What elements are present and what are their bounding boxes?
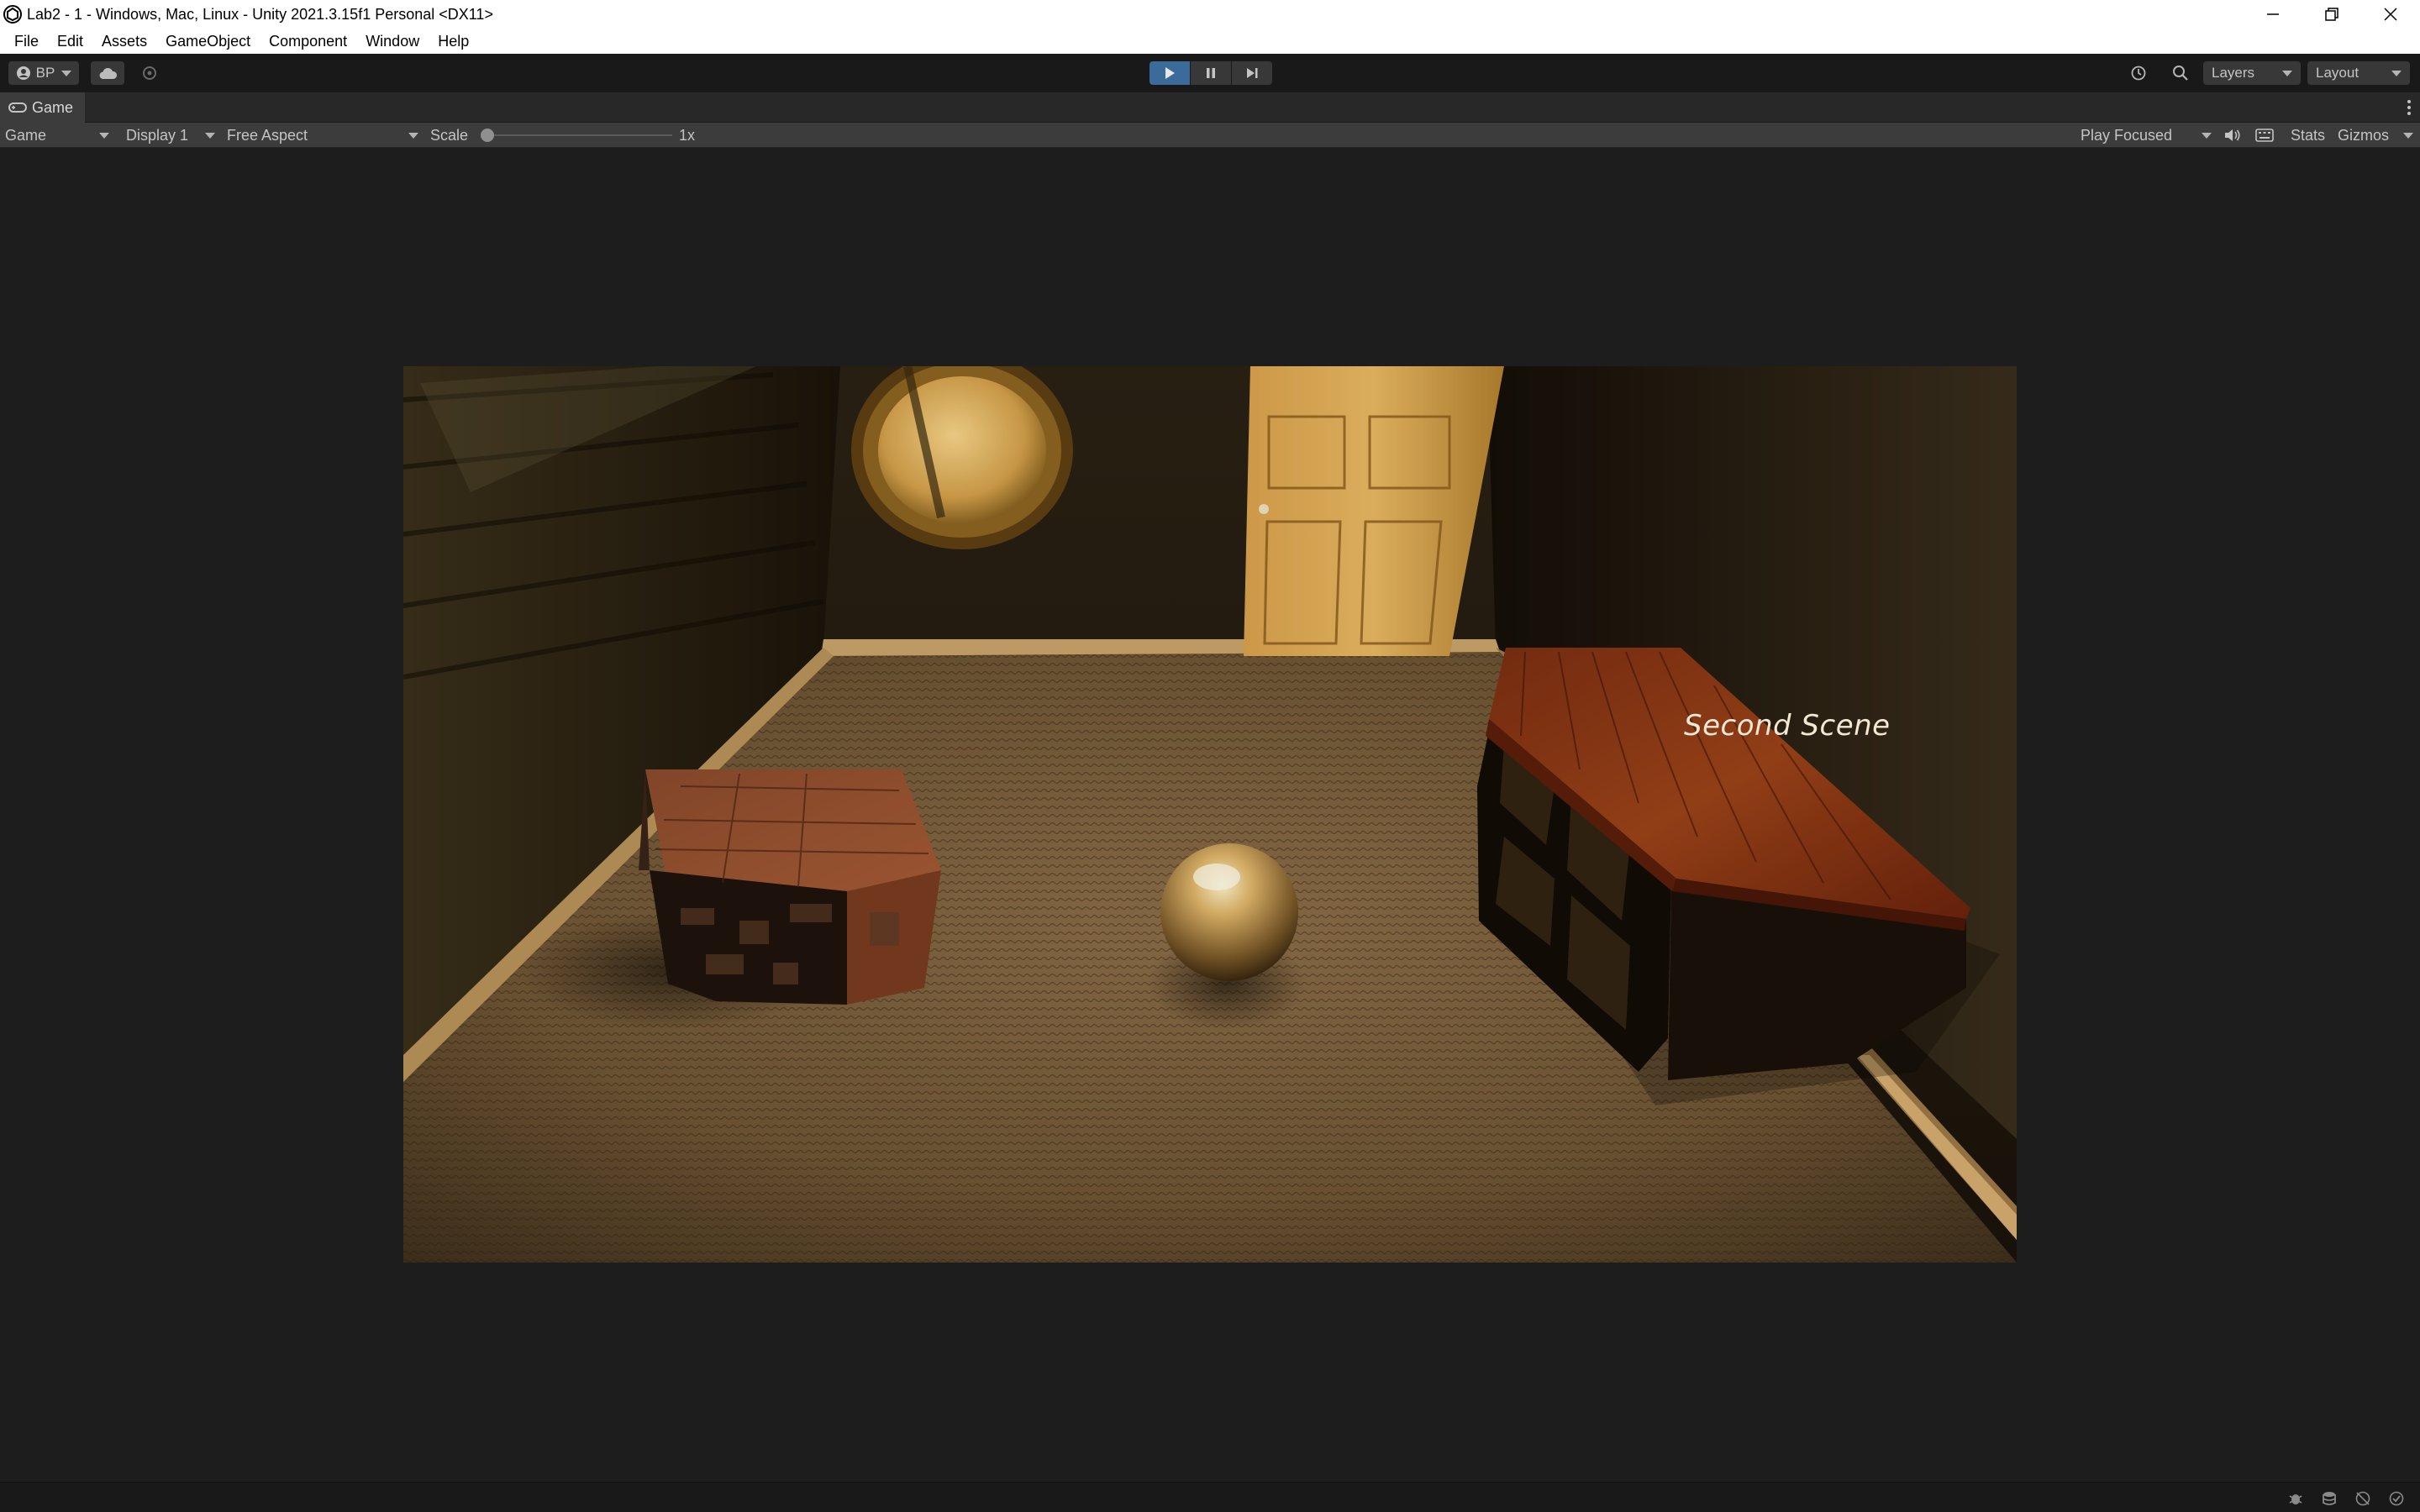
progress-status[interactable]: [2380, 1489, 2413, 1508]
database-icon: [2323, 1492, 2336, 1505]
step-icon: [1247, 68, 1258, 78]
step-button[interactable]: [1232, 61, 1272, 85]
scale-value: 1x: [679, 126, 696, 144]
main-toolbar: BP Layers Layout: [0, 54, 2420, 92]
menu-file[interactable]: File: [5, 29, 48, 54]
chevron-down-icon: [2403, 132, 2413, 139]
menu-component[interactable]: Component: [260, 29, 356, 54]
game-view-toolbar: Game Display 1 Free Aspect Scale 1x Play…: [0, 123, 2420, 148]
panel-tab-bar: Game: [0, 92, 2420, 123]
title-bar: Lab2 - 1 - Windows, Mac, Linux - Unity 2…: [0, 0, 2420, 29]
pause-icon: [1207, 68, 1215, 78]
gamepad-icon: [8, 102, 27, 113]
play-button[interactable]: [1150, 61, 1190, 85]
status-bar: [0, 1482, 2420, 1512]
chevron-down-icon: [205, 132, 215, 139]
mute-audio-button[interactable]: [2223, 123, 2242, 148]
aspect-dropdown[interactable]: Free Aspect: [227, 123, 418, 148]
scale-label: Scale: [430, 126, 469, 144]
history-button[interactable]: [2123, 61, 2154, 85]
cloud-button[interactable]: [91, 61, 124, 85]
network-icon: [2355, 1491, 2370, 1506]
menu-window[interactable]: Window: [356, 29, 429, 54]
menu-gameobject[interactable]: GameObject: [156, 29, 260, 54]
bug-icon: [2289, 1494, 2302, 1504]
close-icon: [2384, 8, 2397, 21]
menu-bar: File Edit Assets GameObject Component Wi…: [0, 29, 2420, 54]
minimize-button[interactable]: [2244, 0, 2302, 29]
chevron-down-icon: [61, 70, 72, 76]
status-icons: [2279, 1489, 2413, 1508]
chevron-down-icon: [2282, 70, 2292, 76]
network-toggle[interactable]: [2346, 1489, 2380, 1508]
shortcuts-button[interactable]: [2255, 123, 2274, 148]
debug-toggle[interactable]: [2279, 1489, 2312, 1508]
search-button[interactable]: [2165, 61, 2196, 85]
tab-game-label: Game: [32, 98, 74, 116]
play-mode-label: Play Focused: [2081, 126, 2173, 144]
chevron-down-icon: [2391, 70, 2402, 76]
menu-assets[interactable]: Assets: [92, 29, 156, 54]
account-label: BP: [35, 65, 55, 81]
second-scene-label[interactable]: Second Scene: [1684, 709, 1891, 743]
room-scene-render: [403, 366, 2017, 1263]
restore-button[interactable]: [2302, 0, 2361, 29]
layout-label: Layout: [2316, 65, 2360, 81]
pause-button[interactable]: [1191, 61, 1231, 85]
unity-logo-icon: [3, 5, 22, 24]
playback-controls: [1150, 61, 1273, 85]
tab-game[interactable]: Game: [0, 92, 86, 123]
game-render-view[interactable]: Second Scene: [403, 366, 2017, 1263]
check-circle-icon: [2389, 1491, 2404, 1506]
search-icon: [2173, 66, 2188, 81]
stats-button[interactable]: Stats: [2291, 123, 2325, 148]
window-controls: [2244, 0, 2420, 29]
menu-edit[interactable]: Edit: [48, 29, 92, 54]
keyboard-icon: [2255, 129, 2274, 142]
collab-button[interactable]: [134, 61, 165, 85]
display-dropdown[interactable]: Display 1: [126, 123, 215, 148]
display-label: Display 1: [126, 126, 189, 144]
layers-label: Layers: [2212, 65, 2255, 81]
menu-help[interactable]: Help: [429, 29, 478, 54]
play-icon: [1165, 67, 1175, 79]
gizmos-label: Gizmos: [2338, 126, 2390, 144]
scale-slider-thumb[interactable]: [481, 129, 494, 142]
close-button[interactable]: [2361, 0, 2420, 29]
aspect-label: Free Aspect: [227, 126, 308, 144]
play-mode-dropdown[interactable]: Play Focused: [2081, 123, 2212, 148]
account-icon: [16, 66, 30, 80]
account-dropdown[interactable]: BP: [8, 61, 79, 85]
chevron-down-icon: [99, 132, 109, 139]
cloud-icon: [99, 67, 118, 79]
window-title: Lab2 - 1 - Windows, Mac, Linux - Unity 2…: [27, 5, 493, 23]
game-viewport-area: Second Scene: [0, 148, 2420, 1482]
history-icon: [2131, 66, 2146, 81]
view-mode-dropdown[interactable]: Game: [5, 123, 109, 148]
restore-icon: [2325, 8, 2338, 21]
chevron-down-icon: [408, 132, 418, 139]
speaker-icon: [2225, 129, 2240, 141]
cache-server-toggle[interactable]: [2312, 1489, 2346, 1508]
scale-slider-track[interactable]: [486, 134, 672, 136]
collab-icon: [143, 66, 156, 80]
view-mode-label: Game: [5, 126, 47, 144]
layout-dropdown[interactable]: Layout: [2307, 61, 2410, 85]
minimize-icon: [2267, 13, 2279, 15]
chevron-down-icon: [2202, 132, 2212, 139]
layers-dropdown[interactable]: Layers: [2203, 61, 2301, 85]
panel-menu-icon[interactable]: [2407, 99, 2412, 116]
gizmos-dropdown[interactable]: Gizmos: [2338, 123, 2413, 148]
